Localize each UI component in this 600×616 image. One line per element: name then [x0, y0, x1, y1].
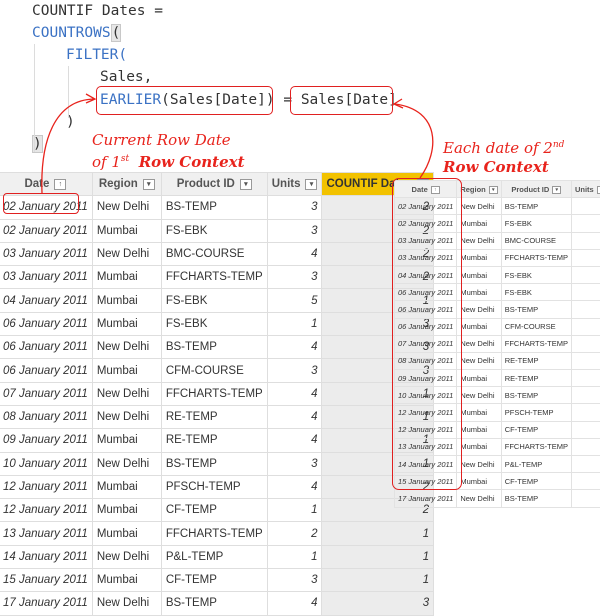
cell-region[interactable]: Mumbai	[92, 569, 161, 592]
cell-countif-dates[interactable]: 1	[322, 569, 434, 592]
table-row[interactable]: 15 January 2011MumbaiCF-TEMP31	[0, 569, 434, 592]
cell-product-id[interactable]: FFCHARTS-TEMP	[161, 522, 267, 545]
cell-product-id[interactable]: P&L-TEMP	[161, 545, 267, 568]
annotation-arrows	[0, 0, 600, 520]
arrow-head	[86, 94, 95, 103]
cell-units[interactable]: 4	[267, 592, 322, 615]
cell-product-id[interactable]: BS-TEMP	[161, 592, 267, 615]
cell-countif-dates[interactable]: 3	[322, 592, 434, 615]
cell-date[interactable]: 15 January 2011	[0, 569, 92, 592]
table-row[interactable]: 14 January 2011New DelhiP&L-TEMP11	[0, 545, 434, 568]
arrow-head	[394, 99, 403, 108]
table-row[interactable]: 17 January 2011New DelhiBS-TEMP43	[0, 592, 434, 615]
cell-product-id[interactable]: CF-TEMP	[161, 569, 267, 592]
cell-date[interactable]: 14 January 2011	[0, 545, 92, 568]
arrow-to-earlier	[42, 99, 94, 193]
cell-region[interactable]: New Delhi	[92, 592, 161, 615]
cell-date[interactable]: 17 January 2011	[0, 592, 92, 615]
cell-date[interactable]: 13 January 2011	[0, 522, 92, 545]
cell-countif-dates[interactable]: 1	[322, 545, 434, 568]
cell-units[interactable]: 2	[267, 522, 322, 545]
cell-units[interactable]: 3	[267, 569, 322, 592]
cell-region[interactable]: New Delhi	[92, 545, 161, 568]
cell-countif-dates[interactable]: 1	[322, 522, 434, 545]
table-row[interactable]: 13 January 2011MumbaiFFCHARTS-TEMP21	[0, 522, 434, 545]
cell-units[interactable]: 1	[267, 545, 322, 568]
cell-region[interactable]: Mumbai	[92, 522, 161, 545]
arrow-to-sales-date	[395, 104, 433, 178]
